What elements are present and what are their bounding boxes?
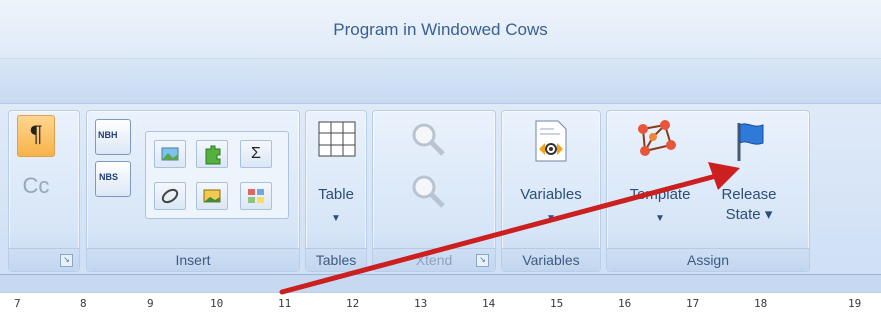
annotation-arrow	[279, 162, 740, 295]
